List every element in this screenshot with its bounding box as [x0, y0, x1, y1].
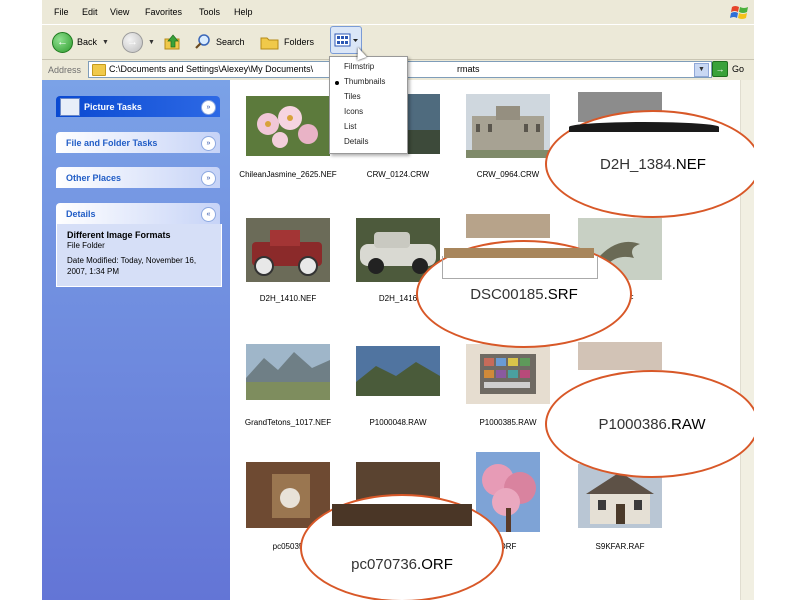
image-strip: [332, 504, 472, 526]
callout-ext: .NEF: [671, 156, 706, 173]
folders-icon: [260, 37, 279, 50]
search-label: Search: [216, 37, 245, 47]
details-label: Details: [66, 208, 96, 219]
menu-tools[interactable]: Tools: [199, 7, 220, 17]
file-name: D2H_1410.NEF: [259, 294, 317, 303]
go-button[interactable]: → Go: [712, 61, 744, 77]
details-header[interactable]: Details «: [56, 203, 220, 224]
folders-label: Folders: [284, 37, 315, 47]
image-frame: [442, 256, 598, 279]
view-list[interactable]: List: [344, 122, 356, 131]
address-path: C:\Documents and Settings\Alexey\My Docu…: [109, 64, 314, 74]
view-tiles[interactable]: Tiles: [344, 92, 361, 101]
palace-photo: [466, 94, 550, 158]
folders-button[interactable]: Folders: [260, 31, 314, 53]
back-label: Back: [77, 37, 98, 47]
view-filmstrip[interactable]: Filmstrip: [344, 62, 374, 71]
folder-icon: [92, 64, 106, 76]
back-button[interactable]: ← Back ▼: [52, 31, 109, 53]
file-name: P1000048.RAW: [369, 418, 427, 427]
dsc-photo: [466, 214, 550, 238]
callout-stem: P1000386: [598, 416, 667, 433]
forward-arrow-icon: →: [122, 31, 143, 53]
toolbar: ← Back ▼ → ▼ Search Folders: [42, 24, 754, 60]
folder-name: Different Image Formats: [67, 230, 171, 240]
thumbnail[interactable]: [466, 338, 550, 422]
callout-stem: pc070736: [351, 556, 418, 573]
menu-bar: File Edit View Favorites Tools Help: [42, 2, 754, 22]
thumbnail[interactable]: [246, 338, 330, 422]
file-name: ChileanJasmine_2625.NEF: [239, 170, 337, 179]
callout-orf: pc070736.ORF: [300, 494, 504, 600]
menu-help[interactable]: Help: [234, 7, 253, 17]
expand-chevron-icon[interactable]: »: [201, 171, 216, 186]
expand-chevron-icon[interactable]: »: [201, 136, 216, 151]
go-arrow-icon: →: [712, 61, 728, 77]
menu-edit[interactable]: Edit: [82, 7, 98, 17]
thumbnail[interactable]: [466, 92, 550, 176]
landscape-photo: [356, 346, 440, 396]
file-name: GrandTetons_1017.NEF: [244, 418, 332, 427]
windows-logo-icon: [730, 6, 748, 19]
view-icons[interactable]: Icons: [344, 107, 363, 116]
up-folder-icon: [164, 34, 180, 50]
menu-file[interactable]: File: [54, 7, 69, 17]
menu-favorites[interactable]: Favorites: [145, 7, 182, 17]
details-body: Different Image Formats File Folder Date…: [56, 224, 222, 287]
jasmine-photo: [246, 96, 330, 156]
views-menu: Filmstrip Thumbnails Tiles Icons List De…: [329, 56, 408, 154]
date-modified: Date Modified: Today, November 16, 2007,…: [67, 256, 197, 276]
file-folder-tasks-header[interactable]: File and Folder Tasks »: [56, 132, 220, 153]
mountains-photo: [246, 344, 330, 400]
image-strip: [569, 122, 719, 132]
collapse-chevron-icon[interactable]: «: [201, 207, 216, 222]
callout-nef: D2H_1384.NEF: [545, 110, 754, 218]
expand-chevron-icon[interactable]: »: [201, 100, 216, 115]
search-icon: [195, 34, 210, 49]
folder-type: File Folder: [67, 241, 105, 250]
view-details[interactable]: Details: [344, 137, 368, 146]
forward-button[interactable]: → ▼: [122, 31, 155, 53]
file-name: CRW_0124.CRW: [366, 170, 430, 179]
address-path-tail: rmats: [457, 64, 480, 74]
menu-view[interactable]: View: [110, 7, 129, 17]
callout-stem: DSC00185: [470, 286, 544, 303]
picture-tasks-icon: [60, 98, 80, 116]
picture-tasks-header[interactable]: Picture Tasks »: [56, 96, 220, 117]
view-thumbnails[interactable]: Thumbnails: [344, 77, 385, 86]
file-folder-tasks-label: File and Folder Tasks: [66, 137, 158, 148]
callout-raw: P1000386.RAW: [545, 370, 754, 478]
callout-srf: DSC00185.SRF: [416, 240, 632, 348]
search-button[interactable]: Search: [194, 31, 245, 53]
color-chart-photo: [466, 344, 550, 404]
up-folder-button[interactable]: [164, 31, 182, 53]
address-label: Address: [48, 65, 82, 75]
task-pane: Picture Tasks » File and Folder Tasks » …: [42, 80, 230, 600]
selected-bullet-icon: [335, 81, 339, 85]
callout-ext: .SRF: [543, 286, 578, 303]
back-arrow-icon: ←: [52, 31, 73, 53]
callout-ext: .RAW: [666, 416, 706, 433]
other-places-header[interactable]: Other Places »: [56, 167, 220, 188]
thumbnail[interactable]: [246, 214, 330, 298]
callout-stem: D2H_1384: [600, 156, 672, 173]
picture-tasks-label: Picture Tasks: [84, 101, 142, 112]
address-dropdown-icon[interactable]: ▼: [694, 63, 709, 77]
go-label: Go: [732, 64, 745, 74]
other-places-label: Other Places: [66, 172, 122, 183]
thumbnail[interactable]: [246, 92, 330, 176]
explorer-window: File Edit View Favorites Tools Help ← Ba…: [42, 0, 754, 600]
back-dropdown-icon[interactable]: ▼: [102, 39, 109, 46]
forward-dropdown-icon[interactable]: ▼: [148, 39, 155, 46]
raw-photo: [578, 342, 662, 370]
thumbnail[interactable]: [356, 338, 440, 422]
file-name: S9KFAR.RAF: [595, 542, 645, 551]
classic-car-photo: [246, 218, 330, 282]
callout-ext: .ORF: [417, 556, 453, 573]
